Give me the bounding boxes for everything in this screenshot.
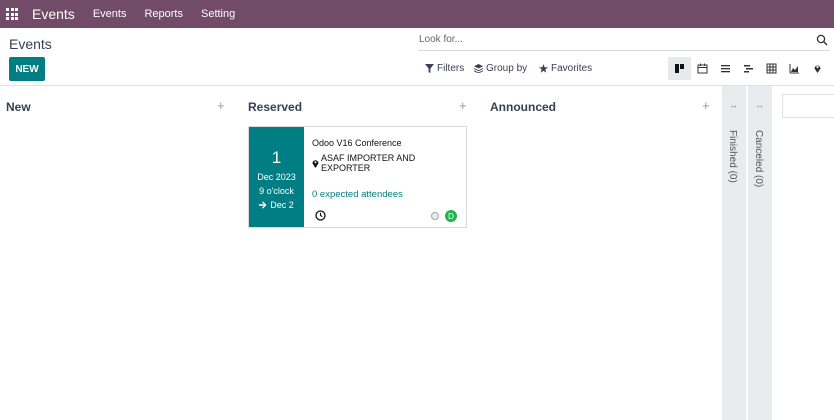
table-icon (766, 63, 777, 74)
layers-icon (474, 64, 483, 73)
area-chart-icon (789, 64, 799, 74)
expand-icon[interactable]: ↔ (755, 100, 764, 110)
filter-icon (425, 64, 434, 73)
event-month-year: Dec 2023 (257, 172, 296, 182)
menu-reports[interactable]: Reports (144, 8, 183, 20)
favorites-label: Favorites (551, 63, 593, 74)
arrow-right-icon (259, 201, 267, 209)
group-by-button[interactable]: Group by (474, 63, 527, 74)
expand-icon[interactable]: ↔ (729, 100, 738, 110)
kanban-column-announced: Announced + (484, 86, 722, 420)
event-card[interactable]: 1 Dec 2023 9 o'clock Dec 2 Odoo V16 Conf… (248, 126, 467, 228)
search-input[interactable] (419, 34, 799, 45)
column-add-button[interactable]: + (217, 98, 225, 113)
column-title: Reserved (248, 100, 303, 114)
favorites-button[interactable]: Favorites (539, 63, 592, 74)
column-add-button[interactable]: + (459, 98, 467, 113)
gantt-icon (744, 65, 753, 73)
menu-setting[interactable]: Setting (201, 8, 235, 20)
kanban-state-indicator[interactable] (431, 212, 439, 220)
column-add-button[interactable]: + (702, 98, 710, 113)
event-date-block: 1 Dec 2023 9 o'clock Dec 2 (249, 127, 304, 227)
column-title: New (6, 100, 31, 114)
filters-label: Filters (437, 63, 465, 74)
kanban-view-button[interactable] (668, 57, 691, 80)
calendar-icon (697, 63, 708, 74)
kanban-column-finished-folded[interactable]: ↔ Finished (0) (722, 86, 746, 420)
pivot-view-button[interactable] (760, 57, 783, 80)
group-by-label: Group by (486, 63, 528, 74)
gantt-view-button[interactable] (737, 57, 760, 80)
map-marker-icon (312, 159, 319, 168)
star-icon (539, 64, 548, 73)
menu-events[interactable]: Events (93, 8, 127, 20)
view-switcher (668, 57, 829, 81)
column-title: Announced (490, 100, 556, 114)
add-column-input[interactable] (782, 94, 834, 118)
app-brand[interactable]: Events (32, 6, 75, 22)
event-day: 1 (271, 148, 282, 167)
apps-menu-icon[interactable] (6, 8, 18, 20)
clock-icon[interactable] (315, 210, 326, 221)
top-navbar: Events Events Reports Setting (0, 0, 834, 28)
calendar-view-button[interactable] (691, 57, 714, 80)
new-button[interactable]: NEW (9, 57, 45, 81)
page-title: Events (9, 36, 52, 52)
folded-column-label: Finished (0) (727, 130, 738, 183)
event-location: ASAF IMPORTER AND EXPORTER (312, 153, 466, 173)
list-view-button[interactable] (714, 57, 737, 80)
event-card-body: Odoo V16 Conference ASAF IMPORTER AND EX… (304, 127, 466, 227)
event-location-label: ASAF IMPORTER AND EXPORTER (320, 153, 416, 173)
event-name: Odoo V16 Conference (312, 138, 402, 148)
kanban-icon (675, 64, 684, 73)
map-view-button[interactable] (806, 57, 829, 80)
map-marker-icon (814, 65, 821, 73)
kanban-column-new: New + (0, 86, 242, 420)
event-attendees-link[interactable]: 0 expected attendees (312, 189, 466, 200)
kanban-column-canceled-folded[interactable]: ↔ Canceled (0) (748, 86, 772, 420)
filters-button[interactable]: Filters (425, 63, 464, 74)
event-time: 9 o'clock (259, 186, 294, 196)
folded-column-label: Canceled (0) (753, 130, 764, 188)
graph-view-button[interactable] (783, 57, 806, 80)
event-end-label: Dec 2 (270, 200, 294, 210)
event-end-date: Dec 2 (259, 200, 294, 210)
list-icon (721, 65, 730, 73)
search-bar (418, 32, 830, 51)
search-icon[interactable] (816, 34, 828, 46)
avatar[interactable]: D (444, 209, 458, 223)
